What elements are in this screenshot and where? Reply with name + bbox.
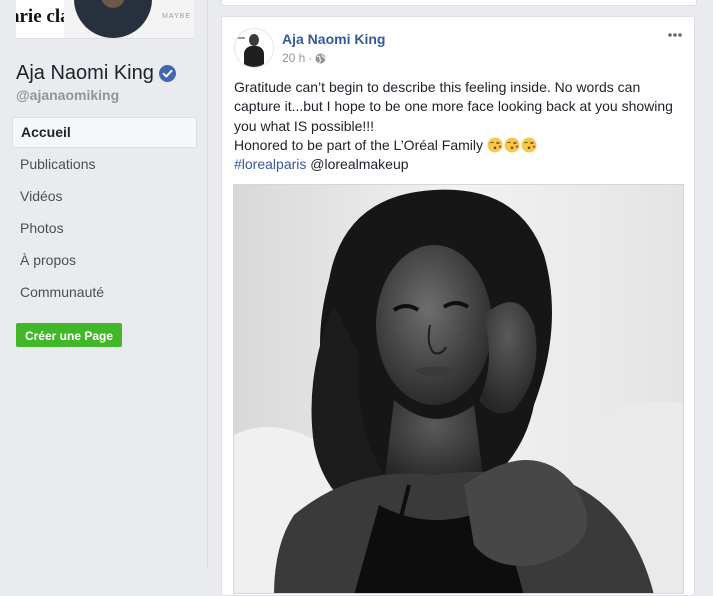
- portrait-illustration: [234, 185, 683, 593]
- hashtag-link[interactable]: #lorealparis: [234, 156, 306, 172]
- cover-brand-right: MAYBE: [162, 13, 191, 20]
- kiss-emoji-icon: [504, 137, 520, 153]
- page-handle[interactable]: @ajanaomiking: [16, 87, 119, 103]
- sidebar-item-communaute[interactable]: Communauté: [12, 277, 197, 308]
- avatar-body: [244, 46, 264, 67]
- post-tags-line: #lorealparis @lorealmakeup: [234, 155, 689, 174]
- sidebar-item-accueil[interactable]: Accueil: [12, 117, 197, 148]
- create-page-button[interactable]: Créer une Page: [16, 323, 122, 347]
- avatar-logo-mark: [237, 37, 245, 39]
- kiss-emoji-icon: [487, 137, 503, 153]
- sidebar-item-a-propos[interactable]: À propos: [12, 245, 197, 276]
- cover-photo[interactable]: arie cla MAYBE: [16, 0, 194, 39]
- post-timestamp[interactable]: 20 h: [282, 51, 305, 65]
- globe-icon[interactable]: [315, 53, 326, 64]
- post-text-paragraph: Gratitude can’t begin to describe this f…: [234, 79, 673, 134]
- page-side-nav: Accueil Publications Vidéos Photos À pro…: [12, 117, 197, 309]
- cover-brand-left: arie cla: [16, 0, 64, 38]
- avatar-head: [249, 34, 259, 46]
- post-photo[interactable]: [233, 184, 684, 594]
- page-title-row: Aja Naomi King: [16, 59, 176, 87]
- meta-separator: ·: [308, 51, 313, 65]
- sidebar-item-photos[interactable]: Photos: [12, 213, 197, 244]
- post-text-honored: Honored to be part of the L’Oréal Family: [234, 136, 484, 153]
- page-title[interactable]: Aja Naomi King: [16, 62, 154, 85]
- post-text: Gratitude can’t begin to describe this f…: [234, 78, 689, 174]
- verified-badge-icon: [158, 64, 176, 82]
- kiss-emoji-icon: [521, 137, 537, 153]
- post-meta: 20 h ·: [282, 51, 326, 65]
- sidebar-item-videos[interactable]: Vidéos: [12, 181, 197, 212]
- post-card: Aja Naomi King 20 h · Gratitude can’t be…: [221, 16, 695, 596]
- column-divider: [207, 0, 208, 570]
- mention-text[interactable]: @lorealmakeup: [306, 156, 408, 172]
- post-author-name[interactable]: Aja Naomi King: [282, 31, 385, 47]
- post-text-line: Honored to be part of the L’Oréal Family: [234, 136, 689, 155]
- sidebar-item-publications[interactable]: Publications: [12, 149, 197, 180]
- cover-figure: [74, 0, 152, 38]
- more-options-icon[interactable]: [666, 29, 684, 41]
- previous-post-card: [221, 0, 697, 6]
- author-avatar[interactable]: [234, 28, 274, 68]
